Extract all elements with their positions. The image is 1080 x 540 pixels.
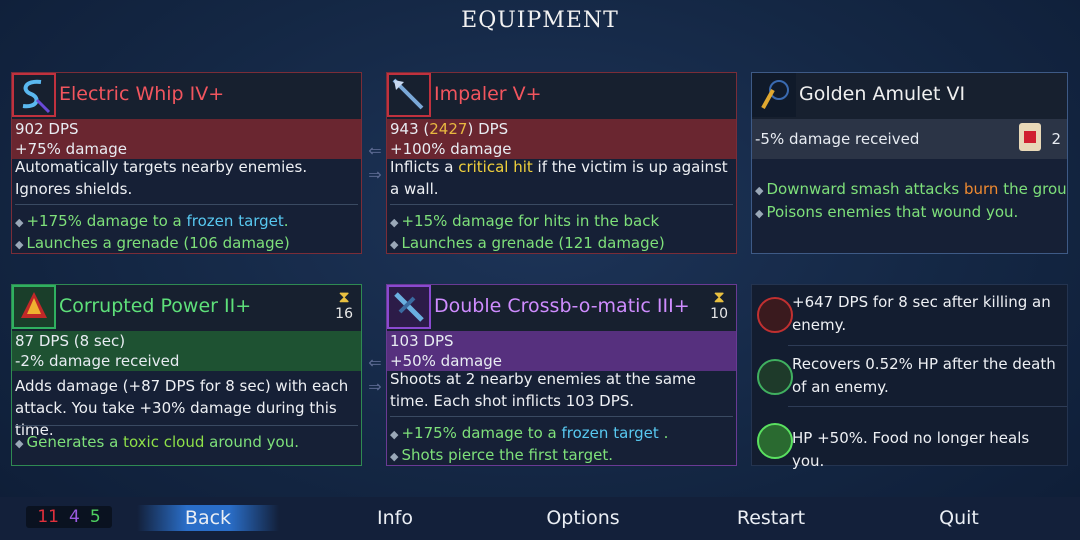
electric-whip-icon: [12, 73, 56, 117]
mutations-panel: +647 DPS for 8 sec after killing an enem…: [751, 284, 1068, 470]
swap-arrow-icon: ⇒: [368, 165, 382, 184]
scroll-count: 2: [1051, 130, 1061, 148]
diamond-bullet-icon: ◆: [390, 216, 399, 229]
card-header: Impaler V+: [387, 73, 736, 119]
affix-frozen: ◆ +175% damage to a frozen target.: [15, 212, 289, 230]
diamond-bullet-icon: ◆: [390, 450, 399, 463]
skill-card-double-crossbomatic[interactable]: Double Crossb-o-matic III+ ⧗ 10 103 DPS …: [386, 284, 737, 466]
green-heart-mutation-icon: [757, 423, 793, 459]
affix-toxic-cloud: ◆ Generates a toxic cloud around you.: [15, 433, 299, 451]
divider: [390, 204, 733, 205]
swap-arrow-icon: ⇐: [368, 141, 382, 160]
swap-arrow-icon: ⇒: [368, 377, 382, 396]
screen-title: EQUIPMENT: [461, 8, 619, 33]
skill-description: Shoots at 2 nearby enemies at the same t…: [390, 370, 696, 410]
weapon-stats: 943 (2427) DPS +100% damage: [387, 119, 736, 159]
affix-poison: ◆ Poisons enemies that wound you.: [755, 203, 1019, 221]
dps-value: 103 DPS: [390, 332, 454, 350]
card-header: Corrupted Power II+ ⧗ 16: [12, 285, 361, 331]
divider: [15, 204, 358, 205]
restart-button[interactable]: Restart: [711, 507, 831, 529]
amulet-card[interactable]: Golden Amulet VI -5% damage received 2 ◆…: [751, 72, 1068, 254]
mutation-text: +647 DPS for 8 sec after killing an enem…: [792, 293, 1051, 334]
divider: [15, 425, 358, 426]
weapon-name: Impaler V+: [434, 83, 542, 105]
diamond-bullet-icon: ◆: [15, 437, 24, 450]
hourglass-icon: ⧗: [713, 287, 725, 306]
scroll-counts: 11 4 5: [26, 506, 112, 528]
affix-burn: ◆Downward smash attacks burn the ground.: [755, 180, 1067, 198]
amulet-name: Golden Amulet VI: [799, 83, 966, 105]
hourglass-icon: ⧗: [338, 287, 350, 306]
brutality-count: 11: [37, 507, 59, 527]
diamond-bullet-icon: ◆: [755, 184, 764, 197]
card-header: Double Crossb-o-matic III+ ⧗ 10: [387, 285, 736, 331]
weapon-name: Electric Whip IV+: [59, 83, 225, 105]
skill-card-corrupted-power[interactable]: Corrupted Power II+ ⧗ 16 87 DPS (8 sec) …: [11, 284, 362, 466]
divider: [788, 345, 1067, 346]
cooldown: ⧗ 10: [710, 287, 728, 323]
crossbow-turret-icon: [387, 285, 431, 329]
weapon-description: Inflicts a critical hit if the victim is…: [390, 158, 728, 198]
weapon-stats: 902 DPS +75% damage: [12, 119, 361, 159]
skull-heal-mutation-icon: [757, 359, 793, 395]
dps-value: 902 DPS: [15, 120, 79, 138]
card-header: Golden Amulet VI: [752, 73, 1067, 119]
dps-value: 87 DPS (8 sec): [15, 332, 126, 350]
bottom-bar: 11 4 5 Back Info Options Restart Quit: [0, 497, 1080, 540]
info-button[interactable]: Info: [335, 507, 455, 529]
diamond-bullet-icon: ◆: [15, 238, 24, 251]
cooldown: ⧗ 16: [335, 287, 353, 323]
damage-received: -2% damage received: [15, 352, 180, 370]
affix-frozen: ◆ +175% damage to a frozen target .: [390, 424, 669, 442]
skill-name: Corrupted Power II+: [59, 295, 252, 317]
skill-stats: 87 DPS (8 sec) -2% damage received: [12, 331, 361, 371]
diamond-bullet-icon: ◆: [755, 207, 764, 220]
skill-stats: 103 DPS +50% damage: [387, 331, 736, 371]
survival-count: 5: [89, 507, 101, 527]
corrupted-power-icon: [12, 285, 56, 329]
affix-back-damage: ◆ +15% damage for hits in the back: [390, 212, 660, 230]
options-button[interactable]: Options: [523, 507, 643, 529]
impaler-icon: [387, 73, 431, 117]
weapon-card-electric-whip[interactable]: Electric Whip IV+ 902 DPS +75% damage Au…: [11, 72, 362, 254]
swap-arrow-icon: ⇐: [368, 353, 382, 372]
back-button[interactable]: Back: [137, 505, 279, 531]
weapon-description: Automatically targets nearby enemies. Ig…: [15, 158, 308, 198]
affix-pierce: ◆ Shots pierce the first target.: [390, 446, 613, 464]
tactics-count: 4: [68, 507, 80, 527]
diamond-bullet-icon: ◆: [390, 238, 399, 251]
dps-value: 943 (2427) DPS: [390, 120, 509, 138]
mutation-text: HP +50%. Food no longer heals you.: [792, 429, 1030, 470]
quit-button[interactable]: Quit: [899, 507, 1019, 529]
skill-name: Double Crossb-o-matic III+: [434, 295, 690, 317]
weapon-card-impaler[interactable]: Impaler V+ 943 (2427) DPS +100% damage I…: [386, 72, 737, 254]
amulet-icon: [752, 73, 796, 117]
affix-grenade: ◆ Launches a grenade (121 damage): [390, 234, 665, 252]
bow-kill-mutation-icon: [757, 297, 793, 333]
divider: [390, 416, 733, 417]
diamond-bullet-icon: ◆: [390, 428, 399, 441]
diamond-bullet-icon: ◆: [15, 216, 24, 229]
scroll-icon: [1019, 123, 1041, 151]
affix-grenade: ◆ Launches a grenade (106 damage): [15, 234, 290, 252]
card-header: Electric Whip IV+: [12, 73, 361, 119]
mutation-text: Recovers 0.52% HP after the death of an …: [792, 355, 1056, 396]
divider: [788, 406, 1067, 407]
